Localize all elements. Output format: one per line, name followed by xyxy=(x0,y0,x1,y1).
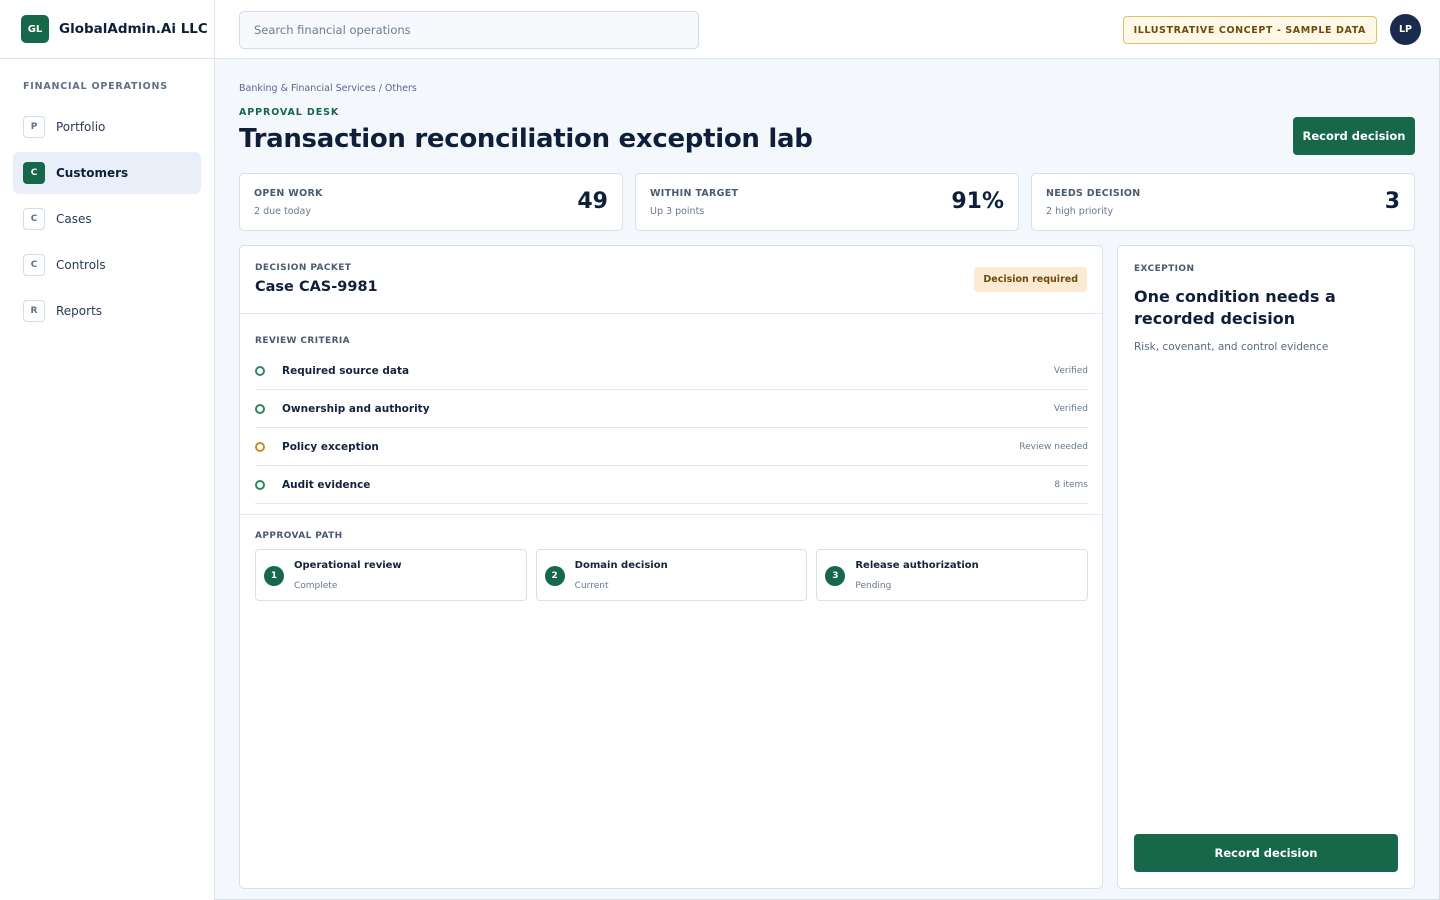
step-number: 1 xyxy=(264,566,284,586)
criteria-row[interactable]: Ownership and authority Verified xyxy=(255,390,1088,428)
metric-sub: 2 high priority xyxy=(1046,206,1114,217)
metric-value: 3 xyxy=(1384,189,1400,214)
step-status: Pending xyxy=(855,581,892,591)
brand[interactable]: GL GlobalAdmin.Ai LLC xyxy=(0,0,214,59)
avatar[interactable]: LP xyxy=(1390,14,1421,45)
criteria-label: Audit evidence xyxy=(282,478,371,491)
status-badge: Decision required xyxy=(974,267,1087,292)
breadcrumb: Banking & Financial Services / Others xyxy=(239,83,417,94)
metric-needs-decision: NEEDS DECISION 2 high priority 3 xyxy=(1031,173,1415,231)
metric-value: 49 xyxy=(577,189,608,214)
nav-badge: P xyxy=(23,116,45,138)
nav-badge: C xyxy=(23,208,45,230)
criteria-status: Review needed xyxy=(1019,441,1088,452)
brand-name: GlobalAdmin.Ai LLC xyxy=(59,21,208,37)
brand-logo: GL xyxy=(21,15,49,43)
step-status: Current xyxy=(574,581,609,591)
sidebar-item-label: Reports xyxy=(56,304,103,318)
sidebar: GL GlobalAdmin.Ai LLC FINANCIAL OPERATIO… xyxy=(0,0,215,900)
search-input[interactable] xyxy=(239,11,699,49)
nav-badge: C xyxy=(23,254,45,276)
sidebar-item-cases[interactable]: C Cases xyxy=(13,198,201,240)
sample-data-badge: ILLUSTRATIVE CONCEPT - SAMPLE DATA xyxy=(1122,16,1377,44)
packet-label: DECISION PACKET xyxy=(255,263,352,273)
step-number: 2 xyxy=(544,566,565,586)
sidebar-nav: P Portfolio C Customers C Cases C Contro… xyxy=(0,106,214,332)
approval-step[interactable]: 3 Release authorization Pending xyxy=(816,549,1089,601)
record-decision-button[interactable]: Record decision xyxy=(1293,117,1415,155)
status-dot-icon xyxy=(255,403,265,414)
case-id: Case CAS-9981 xyxy=(255,279,378,295)
step-title: Domain decision xyxy=(574,560,668,571)
exception-subtitle: Risk, covenant, and control evidence xyxy=(1134,341,1329,353)
metric-sub: 2 due today xyxy=(254,206,311,217)
criteria-label: Policy exception xyxy=(282,440,379,453)
step-title: Release authorization xyxy=(855,560,979,571)
metric-label: WITHIN TARGET xyxy=(650,188,739,199)
sidebar-item-label: Customers xyxy=(56,166,129,180)
topbar: ILLUSTRATIVE CONCEPT - SAMPLE DATA LP xyxy=(215,0,1440,59)
metric-value: 91% xyxy=(951,189,1004,214)
approval-step[interactable]: 1 Operational review Complete xyxy=(255,549,527,601)
approval-path: APPROVAL PATH 1 Operational review Compl… xyxy=(255,531,1089,601)
page-title: Transaction reconciliation exception lab xyxy=(239,124,813,154)
review-criteria: REVIEW CRITERIA Required source data Ver… xyxy=(255,336,1088,504)
exception-title: One condition needs a recorded decision xyxy=(1134,287,1336,328)
packet-header: DECISION PACKET Case CAS-9981 Decision r… xyxy=(240,246,1102,314)
sidebar-item-label: Cases xyxy=(56,212,92,226)
metric-within-target: WITHIN TARGET Up 3 points 91% xyxy=(635,173,1019,231)
criteria-title: REVIEW CRITERIA xyxy=(255,336,351,346)
criteria-row[interactable]: Policy exception Review needed xyxy=(255,428,1088,466)
sidebar-item-customers[interactable]: C Customers xyxy=(13,152,201,194)
step-title: Operational review xyxy=(294,560,402,571)
criteria-status: 8 items xyxy=(1054,479,1088,490)
nav-badge: R xyxy=(23,300,45,322)
metric-label: OPEN WORK xyxy=(254,188,323,199)
approval-step[interactable]: 2 Domain decision Current xyxy=(535,549,808,601)
approval-title: APPROVAL PATH xyxy=(255,531,343,541)
criteria-status: Verified xyxy=(1053,403,1088,414)
sidebar-item-controls[interactable]: C Controls xyxy=(13,244,201,286)
warning-dot-icon xyxy=(255,441,265,452)
status-dot-icon xyxy=(255,479,265,490)
sidebar-item-portfolio[interactable]: P Portfolio xyxy=(13,106,201,148)
status-dot-icon xyxy=(255,365,265,376)
sidebar-item-label: Controls xyxy=(56,258,106,272)
decision-packet-card: DECISION PACKET Case CAS-9981 Decision r… xyxy=(239,245,1103,889)
metric-open-work: OPEN WORK 2 due today 49 xyxy=(239,173,623,231)
sidebar-item-label: Portfolio xyxy=(56,120,106,134)
approval-steps: 1 Operational review Complete 2 Domain d… xyxy=(255,549,1089,601)
nav-section-title: FINANCIAL OPERATIONS xyxy=(23,81,168,92)
criteria-row[interactable]: Audit evidence 8 items xyxy=(255,466,1088,504)
criteria-label: Ownership and authority xyxy=(282,402,430,415)
metric-sub: Up 3 points xyxy=(650,206,705,217)
sidebar-item-reports[interactable]: R Reports xyxy=(13,290,201,332)
step-number: 3 xyxy=(825,566,846,586)
criteria-row[interactable]: Required source data Verified xyxy=(255,352,1088,390)
page-eyebrow: APPROVAL DESK xyxy=(239,107,340,118)
exception-label: EXCEPTION xyxy=(1134,264,1195,274)
record-decision-button-secondary[interactable]: Record decision xyxy=(1134,834,1398,872)
exception-card: EXCEPTION One condition needs a recorded… xyxy=(1117,245,1415,889)
criteria-status: Verified xyxy=(1053,365,1088,376)
step-status: Complete xyxy=(294,581,338,591)
criteria-label: Required source data xyxy=(282,364,410,377)
section-divider xyxy=(240,514,1102,515)
metric-label: NEEDS DECISION xyxy=(1046,188,1141,199)
nav-badge: C xyxy=(23,162,45,184)
